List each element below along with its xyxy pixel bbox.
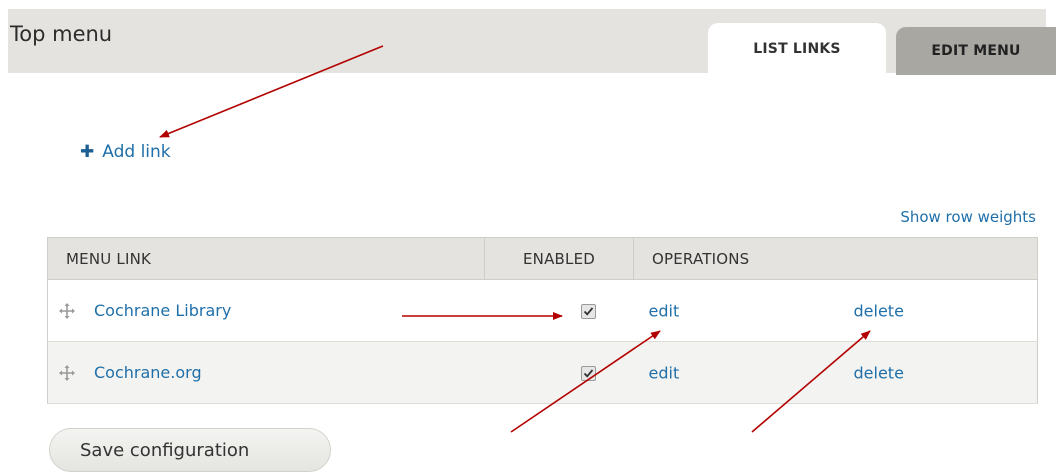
menu-link-title[interactable]: Cochrane Library	[94, 301, 231, 320]
column-header-operations: OPERATIONS	[633, 237, 1038, 280]
table-row: Cochrane.org edit delete	[47, 341, 1038, 404]
page-header-bar	[8, 9, 1046, 73]
operations-cell: edit delete	[633, 341, 1038, 404]
enabled-checkbox[interactable]	[580, 365, 596, 381]
save-configuration-button[interactable]: Save configuration	[49, 428, 331, 472]
enabled-checkbox[interactable]	[580, 303, 596, 319]
plus-icon: ✚	[80, 141, 95, 162]
column-header-enabled: ENABLED	[484, 237, 634, 280]
menu-links-table: MENU LINK ENABLED OPERATIONS Cochrane Li…	[47, 237, 1038, 404]
enabled-cell	[484, 279, 634, 342]
column-header-menu-link: MENU LINK	[47, 237, 485, 280]
show-row-weights-link[interactable]: Show row weights	[900, 208, 1036, 226]
page-title: Top menu	[10, 22, 113, 46]
tab-list-links[interactable]: LIST LINKS	[708, 23, 886, 75]
edit-link[interactable]: edit	[649, 363, 680, 382]
delete-link[interactable]: delete	[854, 301, 904, 320]
enabled-cell	[484, 341, 634, 404]
drag-handle-icon[interactable]	[56, 362, 78, 384]
menu-link-title[interactable]: Cochrane.org	[94, 363, 202, 382]
edit-link[interactable]: edit	[649, 301, 680, 320]
add-link-label: Add link	[102, 142, 171, 162]
delete-link[interactable]: delete	[854, 363, 904, 382]
tab-edit-menu[interactable]: EDIT MENU	[896, 27, 1056, 75]
add-link-button[interactable]: ✚ Add link	[80, 142, 171, 162]
drag-handle-icon[interactable]	[56, 300, 78, 322]
menu-link-cell: Cochrane Library	[47, 279, 485, 342]
table-header-row: MENU LINK ENABLED OPERATIONS	[47, 237, 1038, 280]
table-row: Cochrane Library edit delete	[47, 279, 1038, 342]
checkmark-icon	[583, 306, 593, 316]
operations-cell: edit delete	[633, 279, 1038, 342]
menu-link-cell: Cochrane.org	[47, 341, 485, 404]
checkmark-icon	[583, 368, 593, 378]
